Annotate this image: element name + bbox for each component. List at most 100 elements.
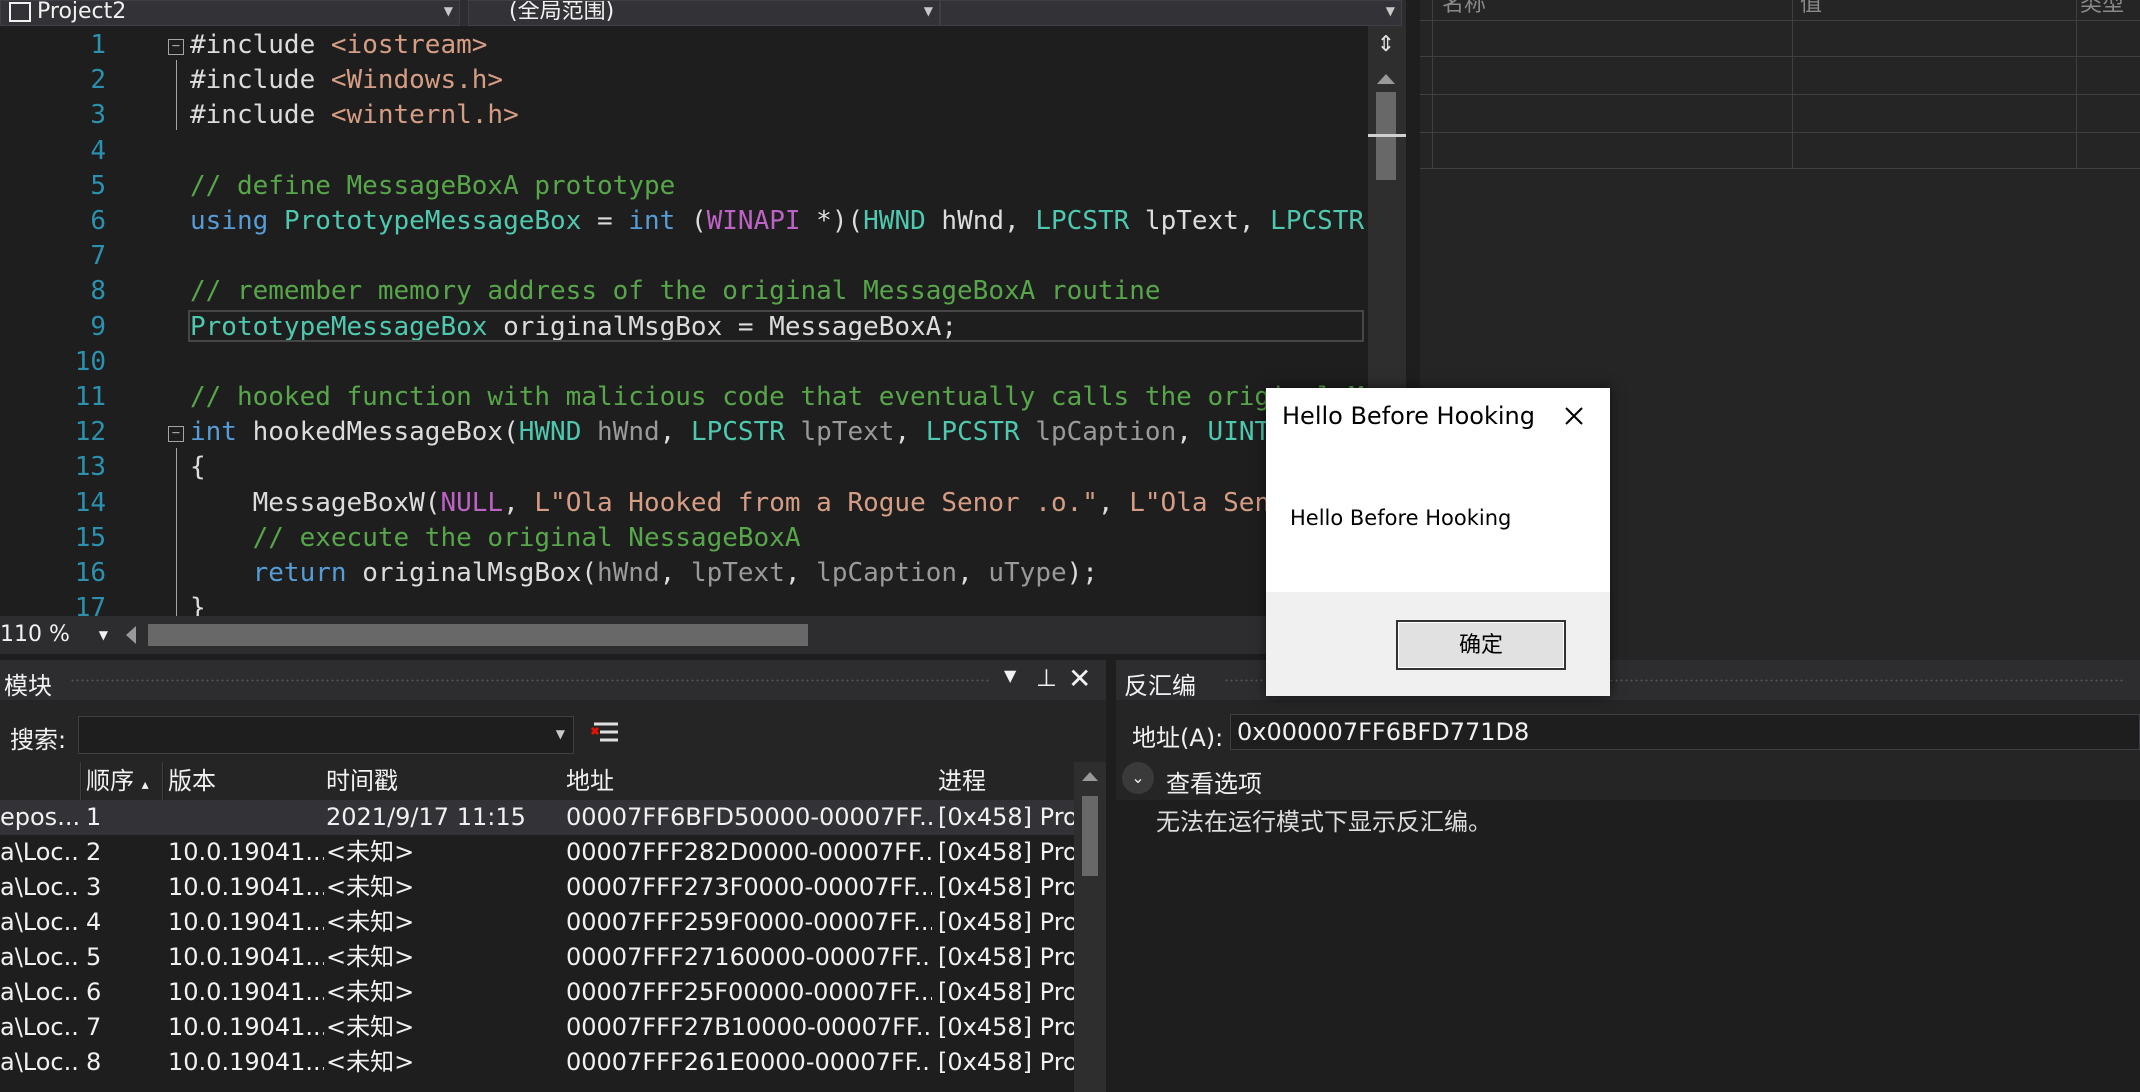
table-row[interactable]: a\Loc... 8 10.0.19041.... <未知> 00007FFF261E0… <box>0 1045 1074 1080</box>
close-icon[interactable]: ✕ <box>1068 662 1091 695</box>
watch-column-name[interactable]: 名称 <box>1442 0 1862 18</box>
modules-scroll-thumb[interactable] <box>1082 796 1098 876</box>
code-line[interactable]: using PrototypeMessageBox = int (WINAPI … <box>190 206 1368 236</box>
view-options-label[interactable]: 查看选项 <box>1166 764 1262 799</box>
column-header-order[interactable]: 顺序 ▴ <box>82 762 163 800</box>
modules-vertical-scrollbar[interactable] <box>1074 762 1106 1092</box>
column-header-name[interactable] <box>0 762 81 800</box>
table-row[interactable]: a\Loc... 6 10.0.19041.... <未知> 00007FFF25F00… <box>0 975 1074 1010</box>
code-editor[interactable]: 1 #include <iostream> 2 #include <Windows.h… <box>0 26 1368 616</box>
table-cell: a\Loc... <box>0 978 80 1006</box>
column-header-process[interactable]: 进程 <box>934 762 1074 800</box>
collapse-region-icon[interactable]: − <box>168 39 184 55</box>
address-label: 地址(A): <box>1132 724 1224 752</box>
scope-dropdown[interactable]: (全局范围) ▼ <box>468 0 940 26</box>
modules-title-bar: 模块 ▼ ⊥ ✕ <box>0 660 1106 700</box>
table-cell: 00007FF6BFD50000-00007FF... <box>566 803 932 831</box>
table-cell: [0x458] Pro <box>938 873 1074 901</box>
table-cell: <未知> <box>326 978 415 1006</box>
table-row[interactable]: epos... 1 2021/9/17 11:15 00007FF6BFD50000-… <box>0 800 1074 835</box>
code-line[interactable]: return originalMsgBox(hWnd, lpText, lpCa… <box>190 558 1098 588</box>
watch-column-type[interactable]: 类型 <box>2080 0 2140 18</box>
line-number: 11 <box>74 382 106 412</box>
code-line[interactable]: int hookedMessageBox(HWND hWnd, LPCSTR l… <box>190 417 1364 447</box>
scope-dropdown-value: (全局范围) <box>509 0 615 24</box>
table-cell: 00007FFF282D0000-00007FF... <box>566 838 932 866</box>
code-line[interactable]: // remember memory address of the origin… <box>190 276 1161 306</box>
disassembly-panel: 反汇编 地址(A): 0x000007FF6BFD771D8 ⌄ 查看选项 无法… <box>1116 660 2140 1092</box>
table-cell: 10.0.19041.... <box>168 978 324 1006</box>
table-cell: <未知> <box>326 873 415 901</box>
table-cell: 10.0.19041.... <box>168 1013 324 1041</box>
line-number: 2 <box>90 65 106 96</box>
module-search-input[interactable]: ▼ <box>78 716 574 754</box>
dialog-title: Hello Before Hooking <box>1282 402 1535 430</box>
code-line[interactable]: MessageBoxW(NULL, L"Ola Hooked from a Ro… <box>190 488 1364 518</box>
table-cell: a\Loc... <box>0 1048 80 1076</box>
line-number: 3 <box>90 100 106 131</box>
table-row[interactable]: a\Loc... 4 10.0.19041.... <未知> 00007FFF259F0… <box>0 905 1074 940</box>
message-box-dialog: Hello Before Hooking Hello Before Hookin… <box>1266 388 1610 696</box>
table-row[interactable]: a\Loc... 2 10.0.19041.... <未知> 00007FFF282D0… <box>0 835 1074 870</box>
editor-horizontal-scroll-thumb[interactable] <box>148 624 808 646</box>
table-cell: [0x458] Pro <box>938 838 1074 866</box>
modules-table: 顺序 ▴ 版本 时间戳 地址 进程 epos... 1 2021/9/17 11:1… <box>0 762 1074 1092</box>
watch-column-value[interactable]: 值 <box>1800 0 1980 18</box>
line-number: 5 <box>90 170 106 201</box>
collapse-region-icon[interactable]: − <box>168 426 184 443</box>
table-row[interactable]: a\Loc... 7 10.0.19041.... <未知> 00007FFF27B10… <box>0 1010 1074 1045</box>
table-cell: 00007FFF27B10000-00007FF... <box>566 1013 932 1041</box>
sort-ascending-icon: ▴ <box>141 777 149 793</box>
code-line[interactable]: #include <iostream> <box>190 30 487 60</box>
address-input[interactable]: 0x000007FF6BFD771D8 <box>1230 714 2140 750</box>
member-dropdown[interactable]: ▼ <box>940 0 1402 26</box>
table-cell: a\Loc... <box>0 943 80 971</box>
project-dropdown[interactable]: Project2 ▼ <box>0 0 460 26</box>
table-cell: 5 <box>86 943 102 971</box>
scroll-up-arrow-icon[interactable] <box>1082 772 1098 781</box>
close-icon[interactable] <box>1554 396 1594 436</box>
code-line[interactable]: // define MessageBoxA prototype <box>190 171 675 201</box>
scroll-left-arrow-icon[interactable] <box>126 626 136 644</box>
table-cell: <未知> <box>326 908 415 936</box>
dialog-footer: 确定 <box>1266 592 1610 696</box>
project-icon <box>9 2 31 22</box>
table-cell: 00007FFF259F0000-00007FF... <box>566 908 932 936</box>
scroll-up-arrow-icon[interactable] <box>1377 74 1395 84</box>
code-line[interactable]: } <box>190 593 206 616</box>
code-line[interactable]: #include <winternl.h> <box>190 100 519 130</box>
code-line[interactable]: // hooked function with malicious code t… <box>190 382 1364 412</box>
disassembly-message: 无法在运行模式下显示反汇编。 <box>1156 808 1492 836</box>
column-header-address[interactable]: 地址 <box>562 762 937 800</box>
zoom-dropdown[interactable]: 110 % ▼ <box>0 620 112 650</box>
disassembly-title: 反汇编 <box>1124 672 1196 700</box>
table-cell: 2021/9/17 11:15 <box>326 803 526 831</box>
pin-icon[interactable]: ⊥ <box>1036 664 1057 692</box>
code-line[interactable]: // execute the original NessageBoxA <box>190 523 801 553</box>
line-number: 6 <box>90 206 106 236</box>
zoom-value: 110 % <box>0 622 70 647</box>
table-cell: 00007FFF27160000-00007FF... <box>566 943 932 971</box>
collapse-options-icon[interactable]: ⌄ <box>1122 762 1154 794</box>
code-line[interactable]: #include <Windows.h> <box>190 65 503 95</box>
table-row[interactable]: a\Loc... 5 10.0.19041.... <未知> 00007FFF27160… <box>0 940 1074 975</box>
code-line[interactable]: { <box>190 452 206 482</box>
table-cell: 00007FFF25F00000-00007FF... <box>566 978 932 1006</box>
ok-button[interactable]: 确定 <box>1396 620 1566 670</box>
line-number: 9 <box>90 311 106 342</box>
chevron-down-icon: ▼ <box>923 4 933 18</box>
table-cell: [0x458] Pro <box>938 943 1074 971</box>
table-cell: [0x458] Pro <box>938 1048 1074 1076</box>
table-cell: 4 <box>86 908 102 936</box>
column-header-timestamp[interactable]: 时间戳 <box>322 762 565 800</box>
table-cell: epos... <box>0 803 80 831</box>
editor-status-bar: 110 % ▼ <box>0 616 1270 654</box>
column-header-version[interactable]: 版本 <box>164 762 325 800</box>
split-editor-icon[interactable]: ⇕ <box>1372 32 1400 58</box>
clear-search-icon[interactable] <box>590 718 620 748</box>
window-position-dropdown-icon[interactable]: ▼ <box>1004 666 1016 685</box>
line-number: 12 <box>74 417 106 448</box>
table-cell: <未知> <box>326 1013 415 1041</box>
table-row[interactable]: a\Loc... 3 10.0.19041.... <未知> 00007FFF273F0… <box>0 870 1074 905</box>
table-cell: a\Loc... <box>0 1013 80 1041</box>
